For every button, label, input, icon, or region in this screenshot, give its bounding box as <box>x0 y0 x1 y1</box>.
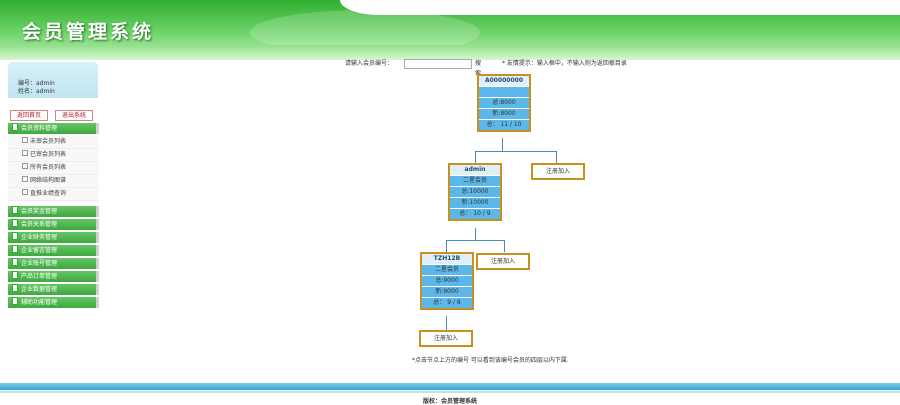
menu-sub-unreviewed[interactable]: 未审会员列表 <box>8 136 99 149</box>
menu-member-info[interactable]: 会员资料管理 <box>8 123 99 134</box>
node-new: 新:10000 <box>450 198 500 209</box>
folder-icon <box>12 232 18 240</box>
node-new: 新:9000 <box>422 287 472 298</box>
connector-line <box>446 316 447 330</box>
tree-node-admin: admin 二星会员 总:10000 新:10000 总： 10 / 9 <box>448 163 502 221</box>
node-new: 新:8000 <box>479 109 529 120</box>
member-id-input[interactable] <box>404 59 472 69</box>
folder-icon <box>12 245 18 253</box>
tree-node-root: A00000000 总:8000 新:8000 总： 11 / 10 <box>477 74 531 132</box>
menu-orders[interactable]: 产品订单管理 <box>8 271 99 282</box>
menu-sub-reviewed[interactable]: 已审会员列表 <box>8 149 99 162</box>
node-level <box>479 87 529 98</box>
connector-line <box>475 151 476 163</box>
node-ratio: 总： 10 / 9 <box>459 210 491 217</box>
search-label: 请输入会员编号： <box>345 60 394 67</box>
footer-bar-light <box>0 391 900 393</box>
connector-line <box>504 240 505 252</box>
menu-message[interactable]: 企业留言管理 <box>8 245 99 256</box>
footer-bar <box>0 383 900 390</box>
sidebar-menu: 会员资料管理 未审会员列表 已审会员列表 所有会员列表 网络结构图谱 直推业绩查… <box>8 123 99 310</box>
folder-icon <box>12 258 18 266</box>
register-join-button[interactable]: 注册加入 <box>531 163 585 180</box>
menu-sub-direct[interactable]: 直推业绩查询 <box>8 188 99 201</box>
folder-icon <box>12 206 18 214</box>
node-total: 总:8000 <box>479 98 529 109</box>
node-level: 二星会员 <box>422 265 472 276</box>
menu-aux[interactable]: 辅助功能管理 <box>8 297 99 308</box>
header-wave <box>0 45 900 60</box>
menu-sub-all[interactable]: 所有会员列表 <box>8 162 99 175</box>
header-banner: 会员管理系统 <box>0 0 900 60</box>
node-id-link[interactable]: admin <box>450 165 500 176</box>
connector-line <box>556 151 557 163</box>
home-button[interactable]: 返回首页 <box>10 110 48 121</box>
folder-icon <box>12 297 18 305</box>
connector-line <box>502 138 503 151</box>
menu-account[interactable]: 企业账号管理 <box>8 258 99 269</box>
node-ratio: 总： 9 / 8 <box>433 299 461 306</box>
menu-finance[interactable]: 企业财务管理 <box>8 232 99 243</box>
folder-icon <box>12 123 18 131</box>
menu-relation[interactable]: 会员关系管理 <box>8 219 99 230</box>
node-total: 总:9000 <box>422 276 472 287</box>
node-ratio: 总： 11 / 10 <box>486 121 522 128</box>
connector-line <box>446 240 505 241</box>
folder-icon <box>12 271 18 279</box>
menu-data[interactable]: 企业数据管理 <box>8 284 99 295</box>
user-name: 姓名：admin <box>18 88 55 95</box>
register-join-button[interactable]: 注册加入 <box>419 330 473 347</box>
connector-line <box>475 228 476 240</box>
bullet-icon <box>22 163 28 169</box>
user-info-box: 编号：admin 姓名：admin <box>8 62 98 98</box>
connector-line <box>475 151 557 152</box>
bullet-icon <box>22 150 28 156</box>
bullet-icon <box>22 137 28 143</box>
node-level: 二星会员 <box>450 176 500 187</box>
node-id-link[interactable]: TZH12B <box>422 254 472 265</box>
register-join-button[interactable]: 注册加入 <box>476 253 530 270</box>
bullet-icon <box>22 176 28 182</box>
logout-button[interactable]: 退出系统 <box>55 110 93 121</box>
search-tip: * 友情提示：输入框中，不输入则为返回根目录 <box>502 60 627 67</box>
node-total: 总:10000 <box>450 187 500 198</box>
tree-node-tzh12b: TZH12B 二星会员 总:9000 新:9000 总： 9 / 8 <box>420 252 474 310</box>
copyright: 版权：会员管理系统 <box>422 398 477 405</box>
menu-bonus[interactable]: 会员奖金管理 <box>8 206 99 217</box>
bullet-icon <box>22 189 28 195</box>
connector-line <box>446 240 447 252</box>
folder-icon <box>12 219 18 227</box>
header-white-top <box>340 0 900 15</box>
node-id-link[interactable]: A00000000 <box>479 76 529 87</box>
folder-icon <box>12 284 18 292</box>
search-bar: 请输入会员编号： 搜索 * 友情提示：输入框中，不输入则为返回根目录 <box>345 59 627 77</box>
menu-sub-network[interactable]: 网络结构图谱 <box>8 175 99 188</box>
tree-note: *点击节点上方的编号 可以看到该编号会员的四层以内下属. <box>412 357 569 364</box>
app-title: 会员管理系统 <box>22 21 155 43</box>
